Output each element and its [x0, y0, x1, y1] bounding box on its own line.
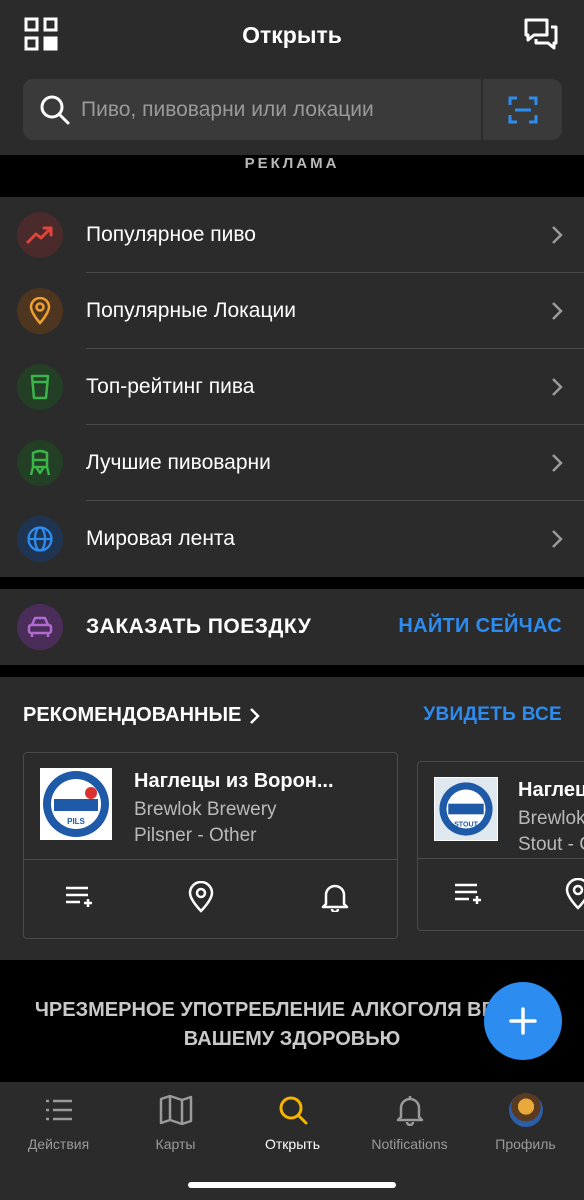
discover-menu: Популярное пиво Популярные Локации Топ-р… [0, 197, 584, 577]
bell-icon[interactable] [315, 877, 355, 917]
barcode-scan-icon[interactable] [483, 79, 562, 140]
add-to-list-icon[interactable] [448, 874, 488, 914]
tab-label: Открыть [265, 1136, 320, 1152]
search-bar [23, 79, 562, 140]
brewery-tank-icon [17, 440, 63, 486]
svg-text:STOUT: STOUT [454, 821, 479, 829]
recommended-title-text: РЕКОМЕНДОВАННЫЕ [23, 704, 242, 726]
chevron-right-icon [250, 707, 261, 724]
map-icon [158, 1092, 194, 1128]
chevron-right-icon [552, 378, 563, 396]
menu-item-popular-beer[interactable]: Популярное пиво [0, 197, 584, 273]
search-input[interactable] [79, 97, 481, 122]
beer-card[interactable]: STOUT Наглец Brewlok Stout - C [417, 761, 584, 931]
beer-style: Stout - C [518, 834, 584, 855]
ride-label: ЗАКАЗАТЬ ПОЕЗДКУ [86, 615, 312, 638]
location-pin-icon[interactable] [181, 877, 221, 917]
add-checkin-button[interactable] [484, 982, 562, 1060]
trending-up-icon [17, 212, 63, 258]
beer-glass-icon [17, 364, 63, 410]
tab-discover[interactable]: Открыть [234, 1092, 351, 1162]
avatar [508, 1092, 544, 1128]
top-header: Открыть [0, 0, 584, 155]
brewery-name: Brewlok Brewery [134, 799, 277, 820]
beer-style: Pilsner - Other [134, 825, 257, 846]
chevron-right-icon [552, 454, 563, 472]
recommended-title[interactable]: РЕКОМЕНДОВАННЫЕ [23, 704, 261, 727]
tab-label: Notifications [371, 1136, 448, 1152]
menu-item-label: Популярные Локации [86, 299, 296, 322]
menu-item-label: Топ-рейтинг пива [86, 375, 255, 398]
find-now-link[interactable]: НАЙТИ СЕЙЧАС [398, 615, 562, 638]
location-pin-icon [17, 288, 63, 334]
tab-label: Действия [27, 1136, 90, 1152]
add-to-list-icon[interactable] [59, 877, 99, 917]
activity-list-icon [41, 1092, 77, 1128]
menu-item-label: Лучшие пивоварни [86, 451, 271, 474]
tab-activity[interactable]: Действия [0, 1092, 117, 1162]
search-icon [23, 94, 79, 126]
menu-item-label: Популярное пиво [86, 223, 256, 246]
tab-maps[interactable]: Карты [117, 1092, 234, 1162]
tab-notifications[interactable]: Notifications [351, 1092, 468, 1162]
svg-text:PILS: PILS [67, 817, 85, 826]
messages-icon[interactable] [519, 12, 563, 56]
tab-label: Карты [155, 1136, 196, 1152]
see-all-link[interactable]: УВИДЕТЬ ВСЕ [423, 704, 562, 726]
menu-item-top-rated-beer[interactable]: Топ-рейтинг пива [0, 349, 584, 425]
brewery-name: Brewlok [518, 808, 584, 829]
chevron-right-icon [552, 302, 563, 320]
globe-icon [17, 516, 63, 562]
chevron-right-icon [552, 226, 563, 244]
menu-item-label: Мировая лента [86, 527, 235, 550]
bell-icon [392, 1092, 428, 1128]
menu-item-popular-locations[interactable]: Популярные Локации [0, 273, 584, 349]
card-divider [24, 859, 397, 860]
recommended-section: РЕКОМЕНДОВАННЫЕ УВИДЕТЬ ВСЕ PILS Наглецы… [0, 677, 584, 960]
tab-label: Профиль [495, 1136, 556, 1152]
ad-label: РЕКЛАМА [0, 155, 584, 197]
plus-icon [509, 1007, 537, 1035]
menu-item-best-breweries[interactable]: Лучшие пивоварни [0, 425, 584, 501]
beer-logo: PILS [40, 768, 112, 840]
beer-card[interactable]: PILS Наглецы из Ворон... Brewlok Brewery… [23, 752, 398, 939]
beer-name: Наглец [518, 779, 584, 801]
chevron-right-icon [552, 530, 563, 548]
location-pin-icon[interactable] [558, 874, 584, 914]
beer-name: Наглецы из Ворон... [134, 770, 334, 792]
search-icon [275, 1092, 311, 1128]
card-divider [418, 858, 584, 859]
car-icon [17, 604, 63, 650]
menu-item-global-feed[interactable]: Мировая лента [0, 501, 584, 577]
tab-profile[interactable]: Профиль [467, 1092, 584, 1162]
page-title: Открыть [242, 22, 342, 48]
beer-logo: STOUT [434, 777, 498, 841]
ride-banner[interactable]: ЗАКАЗАТЬ ПОЕЗДКУ НАЙТИ СЕЙЧАС [0, 589, 584, 665]
home-indicator [188, 1182, 396, 1188]
